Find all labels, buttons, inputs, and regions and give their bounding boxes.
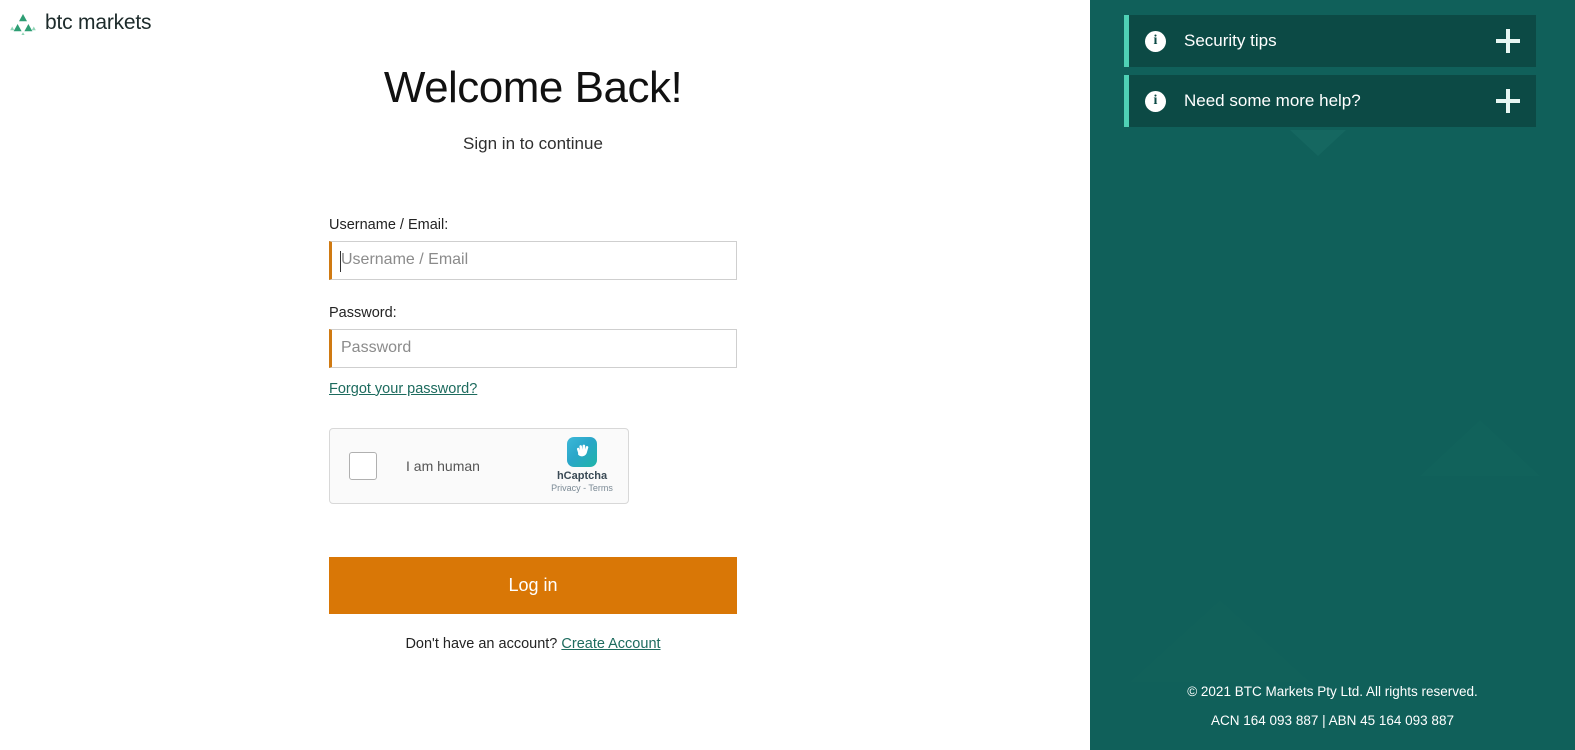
help-sidebar: i Security tips i Need some more help? ©… bbox=[1090, 0, 1575, 750]
login-page: btc markets Welcome Back! Sign in to con… bbox=[0, 0, 1575, 750]
password-input-shell[interactable] bbox=[329, 328, 737, 368]
background-triangle-icon bbox=[1420, 420, 1540, 476]
username-input[interactable] bbox=[332, 241, 736, 279]
password-label: Password: bbox=[329, 304, 397, 321]
password-field-group: Password: bbox=[329, 305, 737, 368]
plus-icon[interactable] bbox=[1496, 29, 1520, 53]
sidebar-item-security-tips[interactable]: i Security tips bbox=[1124, 15, 1536, 67]
registration-text: ACN 164 093 887 | ABN 45 164 093 887 bbox=[1211, 713, 1454, 728]
hcaptcha-brand-name: hCaptcha bbox=[556, 469, 608, 482]
page-title: Welcome Back! bbox=[383, 63, 683, 112]
info-circle-icon: i bbox=[1145, 90, 1166, 112]
accordion-label: Security tips bbox=[1184, 31, 1277, 50]
background-triangle-icon bbox=[1130, 600, 1310, 682]
login-form-container: Welcome Back! Sign in to continue Userna… bbox=[329, 0, 737, 652]
hcaptcha-hand-icon bbox=[567, 436, 597, 467]
copyright-text: © 2021 BTC Markets Pty Ltd. All rights r… bbox=[1187, 684, 1478, 699]
brand-name: btc markets bbox=[45, 11, 152, 34]
hcaptcha-branding: hCaptcha Privacy - Terms bbox=[546, 436, 618, 495]
hcaptcha-label: I am human bbox=[406, 457, 480, 474]
sidebar-footer: © 2021 BTC Markets Pty Ltd. All rights r… bbox=[1090, 684, 1575, 728]
hcaptcha-checkbox[interactable] bbox=[349, 451, 377, 480]
plus-icon[interactable] bbox=[1496, 89, 1520, 113]
username-input-shell[interactable] bbox=[329, 240, 737, 280]
brand-logo[interactable]: btc markets bbox=[10, 11, 152, 35]
hcaptcha-legal-links[interactable]: Privacy - Terms bbox=[551, 483, 613, 495]
username-label: Username / Email: bbox=[329, 216, 449, 233]
text-caret bbox=[340, 250, 341, 272]
password-input[interactable] bbox=[332, 329, 736, 367]
info-circle-icon: i bbox=[1145, 30, 1166, 52]
signup-row: Don't have an account? Create Account bbox=[329, 636, 737, 652]
username-field-group: Username / Email: bbox=[329, 217, 737, 280]
create-account-link[interactable]: Create Account bbox=[561, 636, 660, 652]
hcaptcha-widget[interactable]: I am human hCaptcha Privacy - Terms bbox=[329, 427, 629, 504]
forgot-password-link[interactable]: Forgot your password? bbox=[329, 381, 477, 397]
login-button[interactable]: Log in bbox=[329, 556, 737, 614]
triangle-pyramid-icon bbox=[10, 13, 36, 35]
sidebar-item-need-more-help[interactable]: i Need some more help? bbox=[1124, 75, 1536, 127]
page-subtitle: Sign in to continue bbox=[463, 133, 603, 153]
signup-prompt-text: Don't have an account? bbox=[405, 635, 558, 652]
accordion-label: Need some more help? bbox=[1184, 91, 1361, 110]
accordion-list: i Security tips i Need some more help? bbox=[1124, 15, 1536, 135]
login-pane: btc markets Welcome Back! Sign in to con… bbox=[0, 0, 1090, 750]
